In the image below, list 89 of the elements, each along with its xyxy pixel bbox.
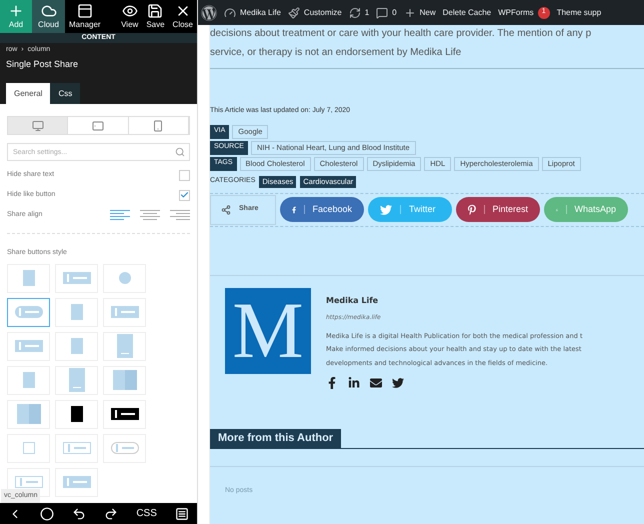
share-icon: [221, 204, 231, 214]
share-style-icon: [110, 306, 138, 318]
admin-bar-item[interactable]: Customize: [288, 6, 342, 18]
twitter-icon: [380, 204, 392, 216]
admin-bar-item[interactable]: 1: [348, 6, 370, 18]
checkbox[interactable]: [179, 190, 190, 200]
author-logo: M: [225, 288, 311, 374]
panel-tab[interactable]: General: [6, 83, 50, 104]
css-button[interactable]: CSS: [136, 506, 157, 521]
undo-button[interactable]: [72, 506, 86, 520]
toolbar-button[interactable]: Save: [142, 0, 169, 33]
element-title: Single Post Share: [6, 58, 80, 71]
menu-button[interactable]: [174, 506, 189, 520]
panel-tab[interactable]: Css: [50, 83, 80, 104]
share-style-icon: [62, 476, 90, 488]
comment-icon: [376, 6, 388, 18]
align-option[interactable]: [170, 210, 190, 220]
brush-icon: [288, 6, 300, 18]
share-style-icon: [14, 340, 42, 352]
share-style-icon: [110, 442, 138, 454]
social-link[interactable]: [326, 377, 338, 389]
refresh-icon: [348, 6, 361, 18]
cloud-icon: [40, 2, 56, 18]
network-share-button[interactable]: Pinterest: [456, 197, 540, 222]
share-style-icon: [22, 372, 34, 388]
redo-button[interactable]: [104, 506, 118, 520]
admin-bar-item[interactable]: New: [404, 6, 436, 18]
mobile-icon: [152, 120, 164, 132]
align-option[interactable]: [140, 210, 160, 220]
align-option[interactable]: [110, 210, 130, 220]
device-tab[interactable]: [8, 117, 68, 134]
toolbar-button[interactable]: View: [117, 0, 142, 33]
admin-bar-item[interactable]: Delete Cache: [442, 6, 492, 18]
align-icon: [170, 210, 190, 220]
plus-icon: [8, 2, 24, 18]
undo-icon: [72, 506, 86, 520]
redo-icon: [104, 506, 118, 520]
social-link[interactable]: [348, 377, 360, 389]
author-name: Medika Life: [326, 294, 380, 306]
tablet-icon: [92, 120, 104, 132]
circle-icon: [40, 506, 54, 520]
facebook-icon: [292, 204, 296, 216]
section-heading: More from this Author: [210, 429, 342, 448]
share-style-icon: [16, 404, 40, 424]
share-style-icon: [116, 334, 132, 358]
share-style-icon: [62, 442, 90, 454]
admin-bar-item[interactable]: Theme supp: [556, 6, 602, 18]
search-icon: [175, 147, 185, 157]
check-icon: [180, 190, 189, 200]
plus-icon: [404, 6, 416, 18]
social-link[interactable]: [392, 377, 404, 389]
menu-icon: [174, 506, 189, 520]
wordpress-icon: [201, 4, 217, 20]
share-style-icon: [22, 442, 34, 454]
share-style-icon: [22, 270, 34, 286]
share-style-icon: [14, 306, 42, 318]
disclaimer-text: service, or therapy is not an endorsement by Medika Life: [210, 46, 462, 60]
pinterest-icon: [468, 204, 476, 216]
share-style-icon: [110, 408, 138, 420]
admin-bar-item[interactable]: [201, 4, 217, 20]
admin-bar-item[interactable]: 0: [376, 6, 397, 18]
align-icon: [140, 210, 160, 220]
toolbar-button[interactable]: Cloud: [32, 0, 65, 33]
facebook-icon: [326, 377, 338, 389]
checkbox[interactable]: [179, 170, 190, 180]
eye-icon: [122, 2, 138, 18]
save-icon: [147, 2, 164, 18]
gauge-icon: [224, 6, 236, 18]
home-button[interactable]: [40, 506, 54, 520]
twitter-icon: [392, 377, 404, 389]
share-style-icon: [70, 338, 82, 354]
align-icon: [110, 210, 130, 220]
share-style-icon: [70, 304, 82, 320]
panel-icon: [76, 2, 93, 18]
share-style-icon: [112, 370, 136, 390]
toolbar-button[interactable]: Manager: [65, 0, 105, 33]
social-link[interactable]: [370, 377, 382, 389]
admin-bar-item[interactable]: Medika Life: [224, 6, 281, 18]
disclaimer-text: decisions about treatment or care with your health care provider. The mention of any p: [210, 27, 592, 41]
linkedin-icon: [348, 377, 360, 389]
desktop-icon: [32, 120, 44, 132]
share-style-icon: [68, 368, 84, 392]
share-style-icon: [118, 272, 130, 284]
share-style-icon: [70, 406, 82, 422]
network-share-button[interactable]: Facebook: [280, 197, 364, 222]
share-style-icon: [14, 476, 42, 488]
email-icon: [370, 377, 382, 389]
share-style-icon: [62, 272, 90, 284]
toolbar-button[interactable]: Close: [168, 0, 197, 33]
